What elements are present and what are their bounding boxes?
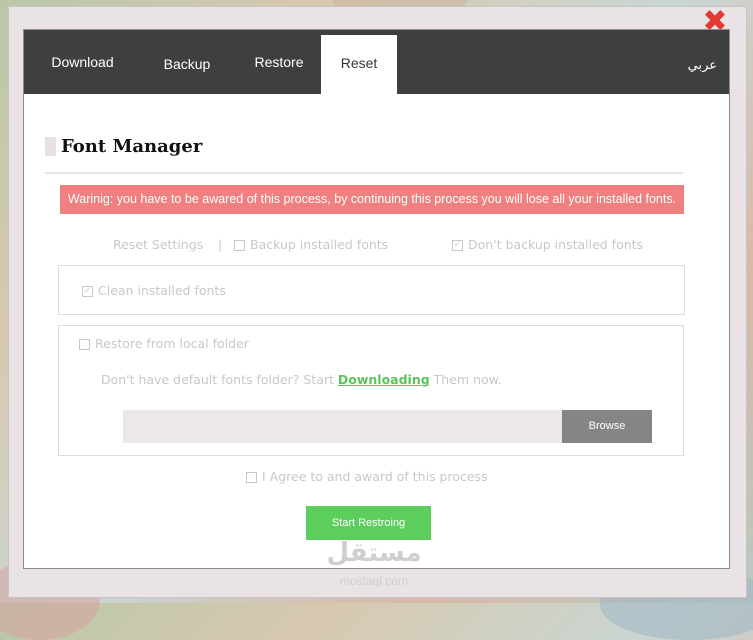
agree-option[interactable]: I Agree to and award of this process xyxy=(246,469,488,484)
clean-fonts-label: Clean installed fonts xyxy=(98,283,226,298)
warning-banner: Warinig: you have to be awared of this p… xyxy=(60,185,684,214)
language-switch[interactable]: عربي xyxy=(688,58,717,73)
title-accent xyxy=(45,137,56,156)
tab-label: Reset xyxy=(340,55,378,71)
restore-folder-label: Restore from local folder xyxy=(95,336,249,351)
agree-label: I Agree to and award of this process xyxy=(262,469,488,484)
restore-checkbox[interactable] xyxy=(79,339,90,350)
clean-fonts-option[interactable]: ✓ Clean installed fonts xyxy=(82,283,226,298)
agree-checkbox[interactable] xyxy=(246,472,257,483)
backup-checkbox[interactable] xyxy=(234,240,245,251)
tab-label: Download xyxy=(51,54,114,70)
no-backup-option-label: Don't backup installed fonts xyxy=(468,237,644,252)
backup-option-label: Backup installed fonts xyxy=(250,237,389,252)
watermark-url: mostaql.com xyxy=(339,574,409,588)
top-navigation: Download Backup Restore Reset عربي xyxy=(24,30,729,94)
no-backup-option[interactable]: ✓ Don't backup installed fonts xyxy=(452,237,643,252)
hint-suffix: Them now. xyxy=(433,372,502,387)
tab-label: Restore xyxy=(254,54,304,70)
downloading-link[interactable]: Downloading xyxy=(338,372,430,387)
tab-download[interactable]: Download xyxy=(24,30,141,94)
hint-prefix: Don't have default fonts folder? Start xyxy=(101,372,334,387)
restore-folder-option[interactable]: Restore from local folder xyxy=(79,336,249,351)
start-restoring-button[interactable]: Start Restroing xyxy=(306,506,431,540)
browse-button[interactable]: Browse xyxy=(562,410,652,443)
download-hint: Don't have default fonts folder? Start D… xyxy=(101,372,502,387)
checkmark-icon[interactable]: ✓ xyxy=(82,286,93,297)
font-manager-panel: Download Backup Restore Reset عربي Font … xyxy=(23,29,730,588)
tab-backup[interactable]: Backup xyxy=(141,30,233,94)
title-divider xyxy=(45,172,683,174)
page-title: Font Manager xyxy=(61,136,203,157)
tab-label: Backup xyxy=(163,56,211,72)
checkmark-icon[interactable]: ✓ xyxy=(452,240,463,251)
settings-separator: | xyxy=(218,237,223,252)
tab-restore[interactable]: Restore xyxy=(233,30,325,94)
reset-settings-label: Reset Settings xyxy=(113,237,204,252)
backup-option[interactable]: Backup installed fonts xyxy=(234,237,388,252)
watermark-logo: مستقل xyxy=(326,538,422,568)
folder-path-input[interactable] xyxy=(123,410,563,443)
tab-reset[interactable]: Reset xyxy=(321,35,397,94)
